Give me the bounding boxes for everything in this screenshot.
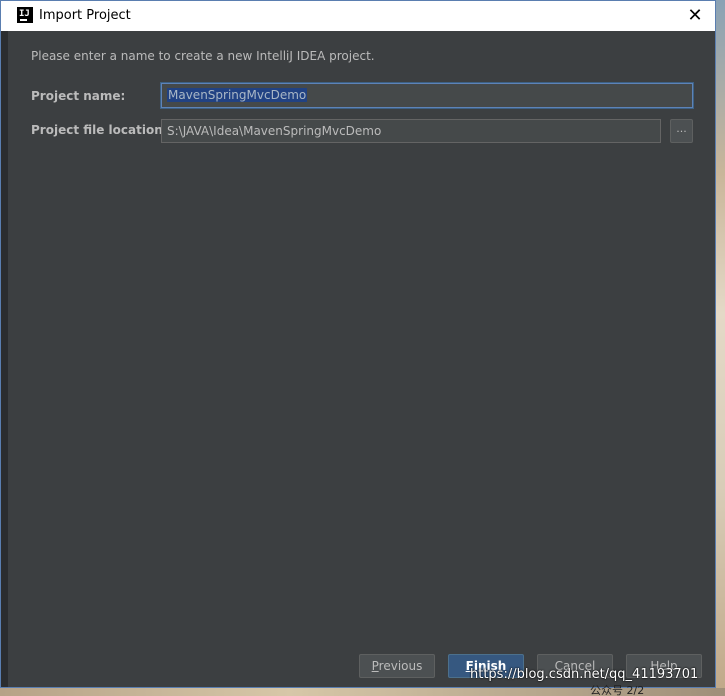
project-location-input[interactable]: S:\JAVA\Idea\MavenSpringMvcDemo <box>161 119 661 143</box>
project-name-label: Project name: <box>31 89 126 103</box>
intro-text: Please enter a name to create a new Inte… <box>31 49 375 63</box>
import-project-dialog: IJ Import Project ✕ Please enter a name … <box>0 0 716 688</box>
project-location-label: Project file location: <box>31 123 168 137</box>
browse-button[interactable]: ... <box>670 119 693 143</box>
previous-button[interactable]: Previous <box>359 654 435 678</box>
window-title: Import Project <box>39 8 131 23</box>
background-window-text: 公众号 2/2 <box>590 684 645 696</box>
close-button[interactable]: ✕ <box>675 1 715 31</box>
dialog-left-edge <box>1 31 8 687</box>
previous-mnemonic: P <box>371 659 379 673</box>
watermark: https://blog.csdn.net/qq_41193701 <box>470 667 699 682</box>
desktop-background-right <box>716 0 725 696</box>
intellij-icon: IJ <box>17 7 33 23</box>
project-name-value: MavenSpringMvcDemo <box>167 88 308 102</box>
project-name-input[interactable]: MavenSpringMvcDemo <box>161 83 693 108</box>
previous-label: revious <box>378 659 423 673</box>
dialog-content: Please enter a name to create a new Inte… <box>8 31 715 687</box>
title-bar[interactable]: IJ Import Project ✕ <box>1 1 715 31</box>
